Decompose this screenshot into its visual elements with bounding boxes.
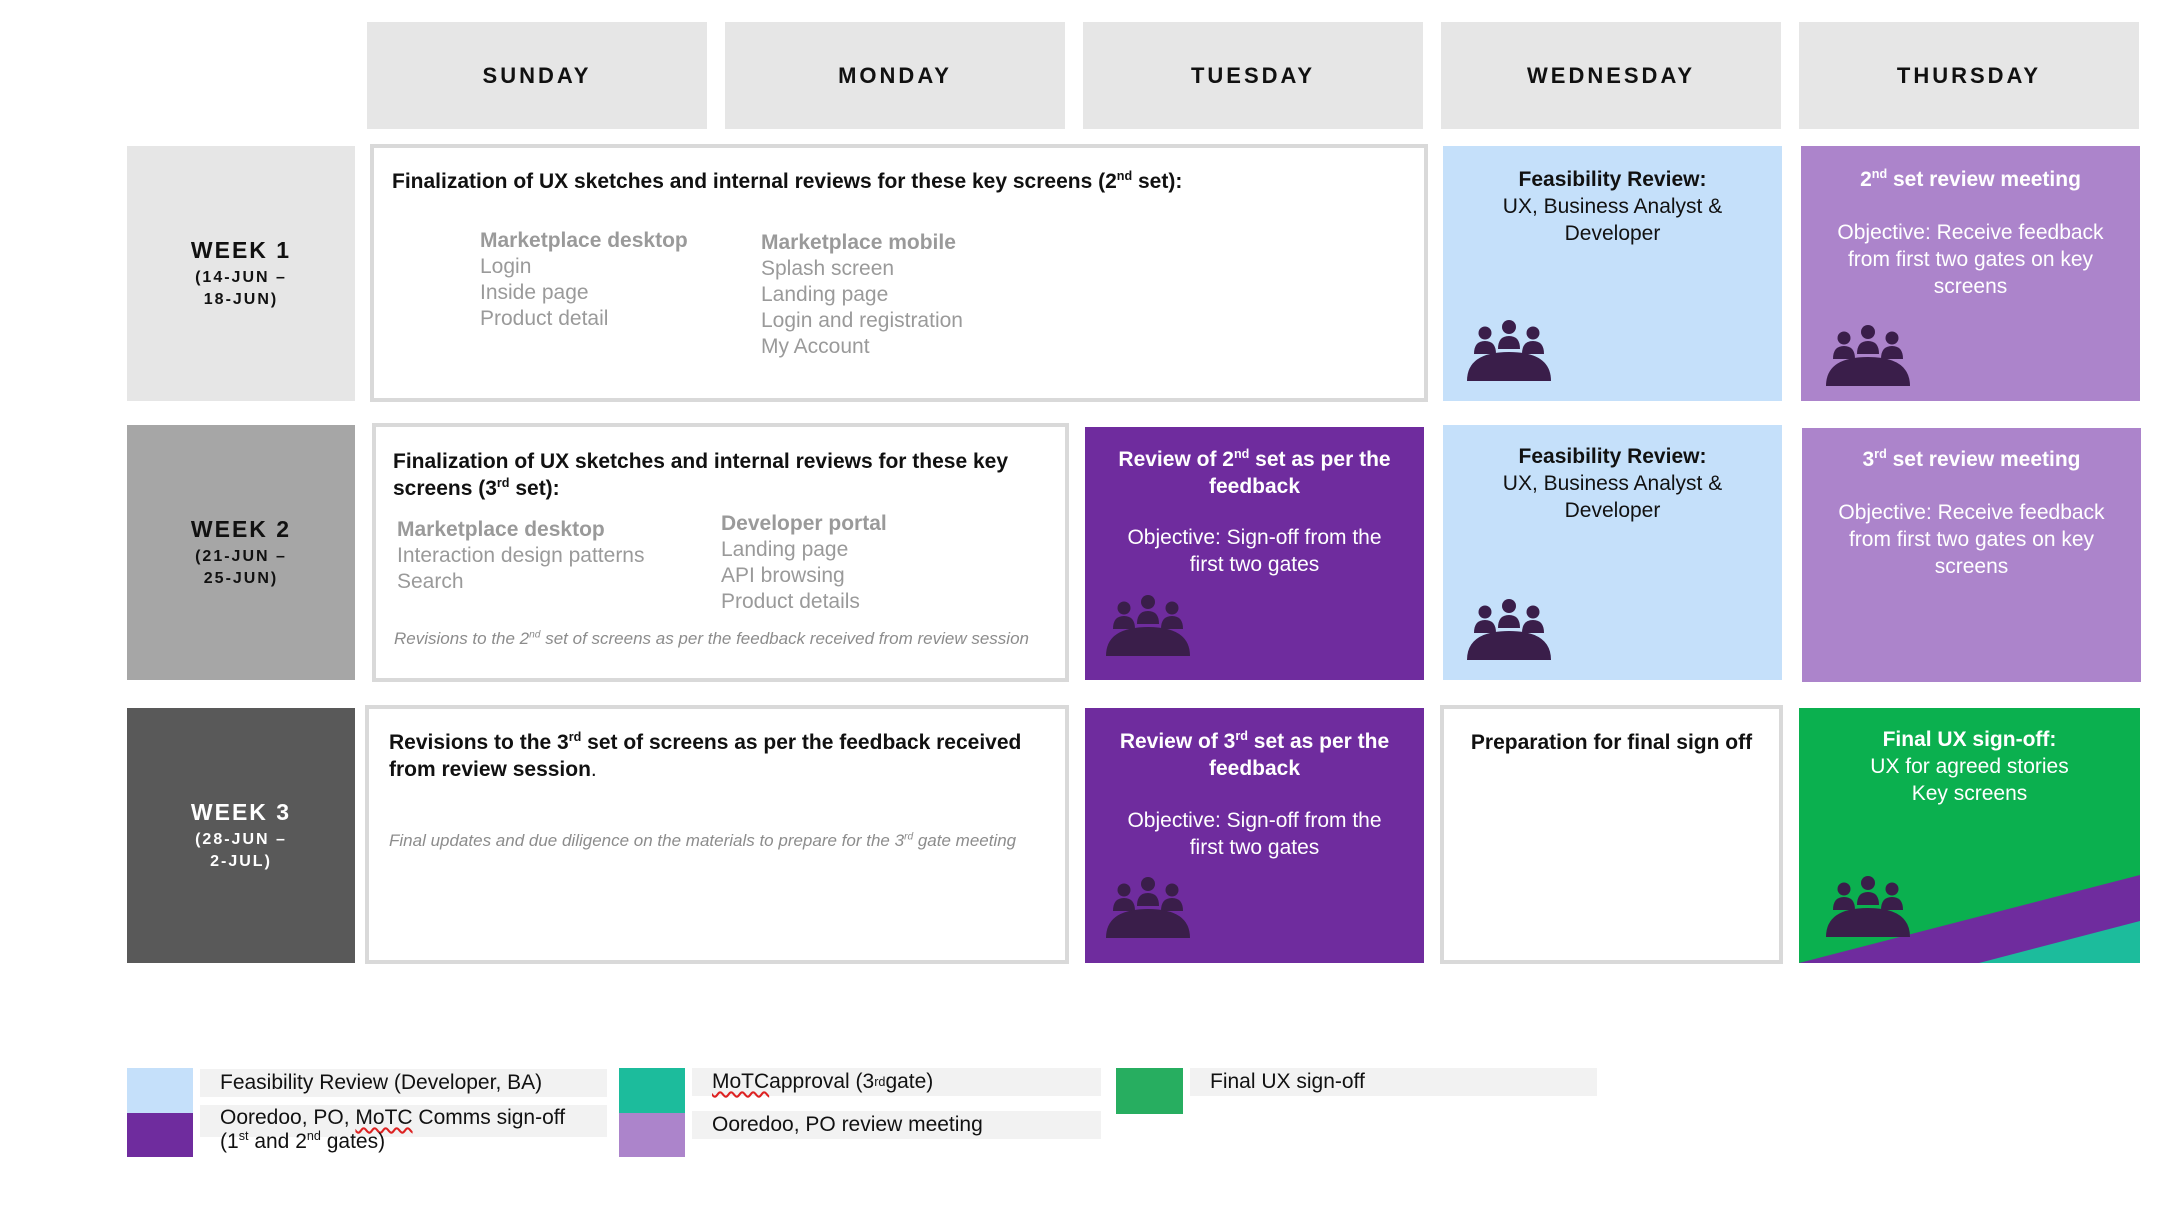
list-item: My Account [761,335,870,358]
card-line: Objective: Sign-off from the [1127,526,1382,549]
list-item: Login and registration [761,309,963,332]
thu-week-1-review-card: 2nd set review meeting Objective: Receiv… [1801,146,2140,401]
legend-review-label: Ooredoo, PO review meeting [692,1111,1101,1139]
tue-week-2-review-card: Review of 2nd set as per the feedback Obj… [1085,427,1424,680]
list-heading: Developer portal [721,512,887,535]
day-header-thursday: THURSDAY [1799,22,2139,129]
thu-week-2-review-card: 3rd set review meeting Objective: Receiv… [1802,428,2141,682]
day-label: SUNDAY [482,62,592,88]
wed-week-2-feasibility-card: Feasibility Review: UX, Business Analyst… [1443,425,1782,680]
card-title: 2nd set review meeting [1860,167,2081,191]
card-line: Developer [1564,222,1661,245]
card-title: Feasibility Review: [1518,445,1707,468]
card-line: Developer [1564,499,1661,522]
marketplace-desktop-list: Marketplace desktop Login Inside page Pr… [480,228,688,332]
card-line: from first two gates on key [1847,248,2094,271]
marketplace-mobile-list: Marketplace mobile Splash screen Landing… [761,230,963,360]
legend-final-label: Final UX sign-off [1190,1068,1597,1096]
list-heading: Marketplace mobile [761,231,956,254]
week-title: WEEK 2 [190,515,292,542]
list-heading: Marketplace desktop [397,518,605,541]
people-group-icon [1825,875,1911,937]
list-item: Inside page [480,281,589,304]
card-title: Feasibility Review: [1518,168,1707,191]
list-item: Splash screen [761,257,895,280]
block-heading: Revisions to the 3rd set of screens as p… [389,730,1022,781]
block-heading: Finalization of UX sketches and internal… [392,169,1183,193]
legend-signoff-label: Ooredoo, PO, MoTC Comms sign-off (1st an… [200,1105,607,1153]
card-line: Objective: Receive feedback [1837,221,2104,244]
list-item: API browsing [721,564,845,587]
wed-week-1-feasibility-card: Feasibility Review: UX, Business Analyst… [1443,146,1782,401]
card-line: screens [1934,555,2009,578]
block-heading: Preparation for final sign off [1470,731,1753,754]
week-dates: (28-JUN –2-JUL) [195,830,287,870]
week-dates: (21-JUN –25-JUN) [195,547,287,587]
people-group-icon [1105,876,1191,938]
list-item: Landing page [721,538,849,561]
card-title: Final UX sign-off: [1882,728,2057,751]
day-header-wednesday: WEDNESDAY [1441,22,1781,129]
card-line: from first two gates on key [1848,528,2095,551]
list-heading: Marketplace desktop [480,229,688,252]
legend-feasibility-label: Feasibility Review (Developer, BA) [200,1069,607,1097]
marketplace-desktop-list: Marketplace desktop Interaction design p… [397,517,645,595]
week-title: WEEK 1 [190,236,292,263]
developer-portal-list: Developer portal Landing page API browsi… [721,511,887,615]
people-group-icon [1105,594,1191,656]
final-updates-note: Final updates and due diligence on the m… [389,831,1017,850]
week-2-label: WEEK 2 (21-JUN –25-JUN) [127,425,355,680]
block-heading: Finalization of UX sketches and internal… [393,450,1009,500]
legend-swatch-light-blue [127,1068,193,1113]
people-group-icon [1466,319,1552,381]
card-line: Key screens [1911,782,2028,805]
card-line: UX, Business Analyst & [1502,195,1723,218]
list-item: Product details [721,590,860,613]
legend-swatch-teal [619,1068,685,1113]
list-item: Landing page [761,283,889,306]
revision-note: Revisions to the 2nd set of screens as p… [394,629,1029,648]
card-line: first two gates [1189,836,1320,859]
day-header-sunday: SUNDAY [367,22,707,129]
card-line: UX, Business Analyst & [1502,472,1723,495]
legend-motc-label: MoTC approval (3 rd gate) [692,1068,1101,1096]
card-line: UX for agreed stories [1870,755,2069,778]
card-title: 3rd set review meeting [1862,447,2081,471]
list-item: Search [397,570,464,593]
card-line: first two gates [1189,553,1320,576]
week-dates: (14-JUN –18-JUN) [195,268,287,308]
week-3-label: WEEK 3 (28-JUN –2-JUL) [127,708,355,963]
wed-week-3-preparation-block: Preparation for final sign off [1440,705,1783,964]
list-item: Login [480,255,532,278]
people-group-icon [1466,598,1552,660]
week-2-sketches-block: Finalization of UX sketches and internal… [372,423,1069,682]
legend-swatch-green [1116,1068,1183,1114]
legend-swatch-lavender [619,1113,685,1157]
card-title: Review of 3rd set as per the feedback [1119,729,1390,780]
day-label: WEDNESDAY [1527,62,1695,88]
day-label: THURSDAY [1896,62,2042,88]
list-item: Product detail [480,307,609,330]
week-1-sketches-block: Finalization of UX sketches and internal… [370,144,1428,402]
card-line: Objective: Sign-off from the [1127,809,1382,832]
day-header-tuesday: TUESDAY [1083,22,1423,129]
week-1-label: WEEK 1 (14-JUN –18-JUN) [127,146,355,401]
week-3-revisions-block: Revisions to the 3rd set of screens as p… [365,705,1069,964]
legend-swatch-purple [127,1113,193,1157]
thu-week-3-final-signoff-card: Final UX sign-off: UX for agreed stories… [1799,708,2140,963]
card-title: Review of 2nd set as per the feedback [1118,447,1391,498]
day-label: TUESDAY [1190,62,1316,88]
card-line: screens [1933,275,2008,298]
card-line: Objective: Receive feedback [1838,501,2105,524]
tue-week-3-review-card: Review of 3rd set as per the feedback Obj… [1085,708,1424,963]
day-label: MONDAY [838,62,952,88]
people-group-icon [1825,324,1911,386]
list-item: Interaction design patterns [397,544,645,567]
day-header-monday: MONDAY [725,22,1065,129]
week-title: WEEK 3 [190,798,292,825]
